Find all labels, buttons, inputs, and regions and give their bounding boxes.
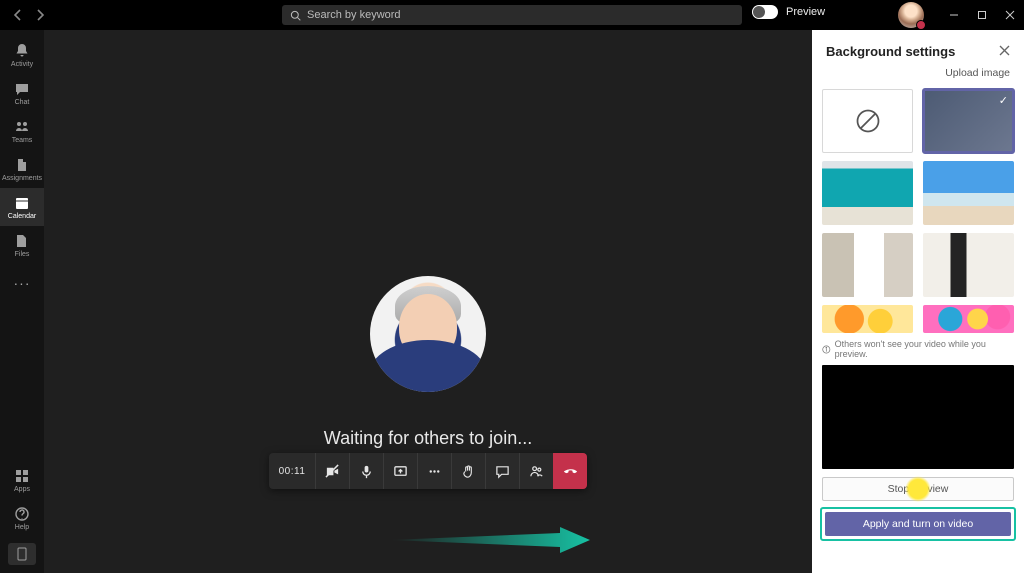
- teams-icon: [14, 119, 30, 135]
- meeting-chat-button[interactable]: [485, 453, 519, 489]
- background-settings-panel: Background settings Upload image ✓ Other…: [812, 30, 1024, 573]
- rail-label: Assignments: [2, 175, 42, 182]
- search-placeholder: Search by keyword: [307, 9, 401, 21]
- participant-avatar: [370, 276, 486, 392]
- rail-item-help[interactable]: Help: [0, 499, 44, 537]
- background-option-image-3[interactable]: [822, 233, 913, 297]
- window-controls: [940, 0, 1024, 30]
- none-icon: [854, 107, 882, 135]
- history-nav: [0, 7, 48, 23]
- rail-bottom: Apps Help: [0, 461, 44, 573]
- bell-icon: [14, 43, 30, 59]
- back-button[interactable]: [10, 7, 26, 23]
- calendar-icon: [14, 195, 30, 211]
- forward-button[interactable]: [32, 7, 48, 23]
- upload-image-link[interactable]: Upload image: [812, 65, 1024, 85]
- raise-hand-button[interactable]: [451, 453, 485, 489]
- rail-item-activity[interactable]: Activity: [0, 36, 44, 74]
- phone-icon: [17, 547, 27, 561]
- app-rail: Activity Chat Teams Assignments Calendar…: [0, 30, 44, 573]
- rail-item-files[interactable]: Files: [0, 226, 44, 264]
- presence-badge: [916, 20, 926, 30]
- stop-preview-button[interactable]: Stop preview: [822, 477, 1014, 501]
- files-icon: [14, 233, 30, 249]
- rail-label: Calendar: [8, 213, 36, 220]
- background-options-grid: ✓: [812, 85, 1024, 333]
- rail-item-apps[interactable]: Apps: [0, 461, 44, 499]
- background-option-image-6[interactable]: [923, 305, 1014, 333]
- apply-button-highlight: Apply and turn on video: [820, 507, 1016, 541]
- close-button[interactable]: [996, 0, 1024, 30]
- preview-info-text: Others won't see your video while you pr…: [812, 333, 1024, 363]
- rail-item-chat[interactable]: Chat: [0, 74, 44, 112]
- rail-item-teams[interactable]: Teams: [0, 112, 44, 150]
- microphone-toggle-button[interactable]: [349, 453, 383, 489]
- share-screen-button[interactable]: [383, 453, 417, 489]
- cursor-highlight: [905, 476, 931, 502]
- profile-avatar[interactable]: [898, 2, 924, 28]
- background-option-image-2[interactable]: [923, 161, 1014, 225]
- assignments-icon: [14, 157, 30, 173]
- hang-up-button[interactable]: [553, 453, 587, 489]
- rail-item-assignments[interactable]: Assignments: [0, 150, 44, 188]
- background-option-image-4[interactable]: [923, 233, 1014, 297]
- selected-check-icon: ✓: [999, 94, 1008, 107]
- call-timer: 00:11: [269, 453, 315, 489]
- meeting-stage: Waiting for others to join... 00:11: [44, 30, 812, 573]
- rail-item-calendar[interactable]: Calendar: [0, 188, 44, 226]
- rail-label: Help: [15, 524, 29, 531]
- waiting-message: Waiting for others to join...: [324, 428, 532, 449]
- info-icon: [822, 345, 831, 354]
- apps-icon: [14, 468, 30, 484]
- close-icon: [999, 45, 1010, 56]
- maximize-button[interactable]: [968, 0, 996, 30]
- meeting-control-bar: 00:11: [269, 453, 587, 489]
- rail-label: Activity: [11, 61, 33, 68]
- camera-toggle-button[interactable]: [315, 453, 349, 489]
- annotation-arrow: [390, 527, 590, 553]
- panel-close-button[interactable]: [999, 44, 1010, 59]
- apply-video-button[interactable]: Apply and turn on video: [825, 512, 1011, 536]
- search-input[interactable]: Search by keyword: [282, 5, 742, 25]
- rail-label: Files: [15, 251, 30, 258]
- background-option-image-1[interactable]: [822, 161, 913, 225]
- rail-label: Teams: [12, 137, 33, 144]
- search-icon: [290, 10, 301, 21]
- background-option-none[interactable]: [822, 89, 913, 153]
- preview-toggle[interactable]: [752, 5, 778, 19]
- panel-title: Background settings: [826, 44, 955, 59]
- participants-button[interactable]: [519, 453, 553, 489]
- rail-label: Apps: [14, 486, 30, 493]
- title-bar: Search by keyword Preview: [0, 0, 1024, 30]
- preview-toggle-group: Preview: [752, 5, 825, 19]
- preview-toggle-label: Preview: [786, 6, 825, 18]
- more-actions-button[interactable]: [417, 453, 451, 489]
- rail-mobile-button[interactable]: [8, 543, 36, 565]
- chat-icon: [14, 81, 30, 97]
- minimize-button[interactable]: [940, 0, 968, 30]
- help-icon: [14, 506, 30, 522]
- rail-more-button[interactable]: ···: [0, 268, 44, 298]
- video-preview: [822, 365, 1014, 469]
- rail-label: Chat: [15, 99, 30, 106]
- background-option-image-5[interactable]: [822, 305, 913, 333]
- background-option-blur[interactable]: ✓: [923, 89, 1014, 153]
